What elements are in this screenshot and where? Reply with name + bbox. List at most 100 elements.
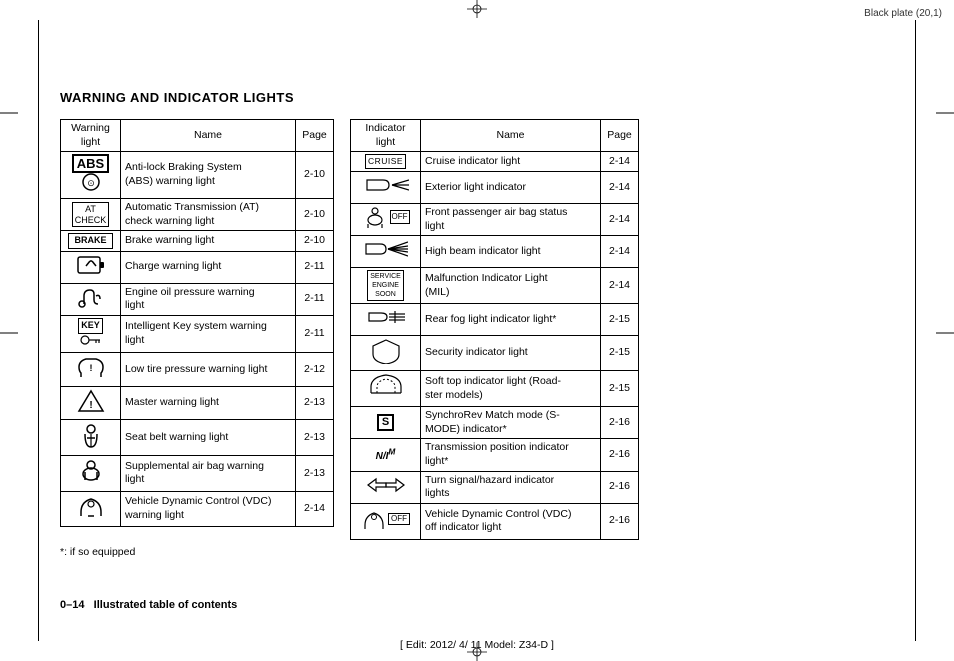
warning-page-charge: 2-11	[296, 251, 334, 283]
warning-icon-master: !	[61, 386, 121, 420]
warning-name-key: Intelligent Key system warninglight	[121, 315, 296, 352]
bottom-page-num: 0–14	[60, 599, 84, 611]
indicator-page-turn-signal: 2-16	[601, 471, 639, 503]
indicator-icon-exterior	[351, 172, 421, 204]
svg-text:⊙: ⊙	[87, 178, 95, 188]
bottom-center-text: [ Edit: 2012/ 4/ 11 Model: Z34-D ]	[400, 639, 554, 651]
warning-name-at-check: Automatic Transmission (AT)check warning…	[121, 198, 296, 230]
warning-name-tire: Low tire pressure warning light	[121, 353, 296, 387]
warning-name-seatbelt: Seat belt warning light	[121, 420, 296, 456]
warning-page-oil: 2-11	[296, 283, 334, 315]
warning-col-name-header: Name	[121, 120, 296, 152]
indicator-page-synchro: 2-16	[601, 407, 639, 439]
warning-page-brake: 2-10	[296, 231, 334, 252]
table-row: Charge warning light 2-11	[61, 251, 334, 283]
table-row: ! Master warning light 2-13	[61, 386, 334, 420]
table-row: Engine oil pressure warninglight 2-11	[61, 283, 334, 315]
indicator-icon-security	[351, 335, 421, 371]
warning-icon-vdc	[61, 491, 121, 527]
indicator-name-high-beam: High beam indicator light	[421, 236, 601, 268]
indicator-name-trans-pos: Transmission position indicatorlight*	[421, 439, 601, 471]
indicator-page-security: 2-15	[601, 335, 639, 371]
table-row: BRAKE Brake warning light 2-10	[61, 231, 334, 252]
indicator-name-soft-top: Soft top indicator light (Road-ster mode…	[421, 371, 601, 407]
table-row: Supplemental air bag warninglight 2-13	[61, 456, 334, 492]
indicator-name-exterior: Exterior light indicator	[421, 172, 601, 204]
indicator-icon-cruise: CRUISE	[351, 152, 421, 172]
table-row: ABS ⊙ Anti-lock Braking System(ABS) warn…	[61, 152, 334, 199]
warning-name-oil: Engine oil pressure warninglight	[121, 283, 296, 315]
side-mark-right-top	[936, 108, 954, 120]
table-row: KEY Intelligent Key system warninglight …	[61, 315, 334, 352]
bottom-label: Illustrated table of contents	[94, 599, 238, 611]
table-row: SERVICEENGINESOON Malfunction Indicator …	[351, 267, 639, 303]
table-row: CRUISE Cruise indicator light 2-14	[351, 152, 639, 172]
warning-page-vdc: 2-14	[296, 491, 334, 527]
indicator-icon-mil: SERVICEENGINESOON	[351, 267, 421, 303]
indicator-page-soft-top: 2-15	[601, 371, 639, 407]
indicator-icon-turn-signal	[351, 471, 421, 503]
indicator-table: Indicatorlight Name Page CRUISE Cruise i…	[350, 119, 639, 540]
indicator-name-mil: Malfunction Indicator Light(MIL)	[421, 267, 601, 303]
table-row: Rear fog light indicator light* 2-15	[351, 304, 639, 336]
warning-col-light-header: Warninglight	[61, 120, 121, 152]
warning-icon-oil	[61, 283, 121, 315]
indicator-name-rear-fog: Rear fog light indicator light*	[421, 304, 601, 336]
indicator-icon-synchro: S	[351, 407, 421, 439]
table-row: ATCHECK Automatic Transmission (AT)check…	[61, 198, 334, 230]
warning-name-airbag: Supplemental air bag warninglight	[121, 456, 296, 492]
table-row: OFF Front passenger air bag statuslight …	[351, 203, 639, 235]
warning-table: Warninglight Name Page ABS ⊙ Anti-lock B	[60, 119, 334, 527]
indicator-name-front-airbag: Front passenger air bag statuslight	[421, 203, 601, 235]
warning-icon-brake: BRAKE	[61, 231, 121, 252]
tables-container: Warninglight Name Page ABS ⊙ Anti-lock B	[60, 119, 894, 540]
indicator-icon-rear-fog	[351, 304, 421, 336]
indicator-name-security: Security indicator light	[421, 335, 601, 371]
side-mark-right-mid	[936, 328, 954, 340]
plate-label: Black plate (20,1)	[864, 8, 942, 19]
warning-page-airbag: 2-13	[296, 456, 334, 492]
warning-name-charge: Charge warning light	[121, 251, 296, 283]
table-row: Turn signal/hazard indicatorlights 2-16	[351, 471, 639, 503]
table-row: High beam indicator light 2-14	[351, 236, 639, 268]
side-mark-left-top	[0, 108, 18, 120]
indicator-icon-vdc-off: OFF	[351, 503, 421, 539]
warning-page-key: 2-11	[296, 315, 334, 352]
warning-col-page-header: Page	[296, 120, 334, 152]
indicator-name-turn-signal: Turn signal/hazard indicatorlights	[421, 471, 601, 503]
warning-name-vdc: Vehicle Dynamic Control (VDC)warning lig…	[121, 491, 296, 527]
right-border	[915, 20, 916, 641]
svg-text:!: !	[89, 363, 92, 373]
indicator-name-synchro: SynchroRev Match mode (S-MODE) indicator…	[421, 407, 601, 439]
indicator-page-rear-fog: 2-15	[601, 304, 639, 336]
table-row: Soft top indicator light (Road-ster mode…	[351, 371, 639, 407]
table-row: OFF Vehicle Dynamic Control (VDC)off ind…	[351, 503, 639, 539]
svg-text:!: !	[89, 400, 92, 411]
warning-page-tire: 2-12	[296, 353, 334, 387]
left-border	[38, 20, 39, 641]
main-content: WARNING AND INDICATOR LIGHTS Warningligh…	[60, 90, 894, 558]
page-title: WARNING AND INDICATOR LIGHTS	[60, 90, 894, 105]
indicator-icon-soft-top	[351, 371, 421, 407]
indicator-icon-high-beam	[351, 236, 421, 268]
indicator-page-high-beam: 2-14	[601, 236, 639, 268]
warning-name-brake: Brake warning light	[121, 231, 296, 252]
indicator-col-light-header: Indicatorlight	[351, 120, 421, 152]
warning-page-abs: 2-10	[296, 152, 334, 199]
table-row: S SynchroRev Match mode (S-MODE) indicat…	[351, 407, 639, 439]
warning-icon-at-check: ATCHECK	[61, 198, 121, 230]
indicator-col-page-header: Page	[601, 120, 639, 152]
indicator-page-trans-pos: 2-16	[601, 439, 639, 471]
table-row: Seat belt warning light 2-13	[61, 420, 334, 456]
indicator-page-front-airbag: 2-14	[601, 203, 639, 235]
bottom-section: 0–14 Illustrated table of contents	[60, 599, 237, 611]
warning-icon-abs: ABS ⊙	[61, 152, 121, 199]
warning-page-at-check: 2-10	[296, 198, 334, 230]
warning-name-abs: Anti-lock Braking System(ABS) warning li…	[121, 152, 296, 199]
table-row: Security indicator light 2-15	[351, 335, 639, 371]
table-row: Exterior light indicator 2-14	[351, 172, 639, 204]
table-row: ! Low tire pressure warning light 2-12	[61, 353, 334, 387]
warning-icon-airbag	[61, 456, 121, 492]
indicator-page-exterior: 2-14	[601, 172, 639, 204]
indicator-col-name-header: Name	[421, 120, 601, 152]
